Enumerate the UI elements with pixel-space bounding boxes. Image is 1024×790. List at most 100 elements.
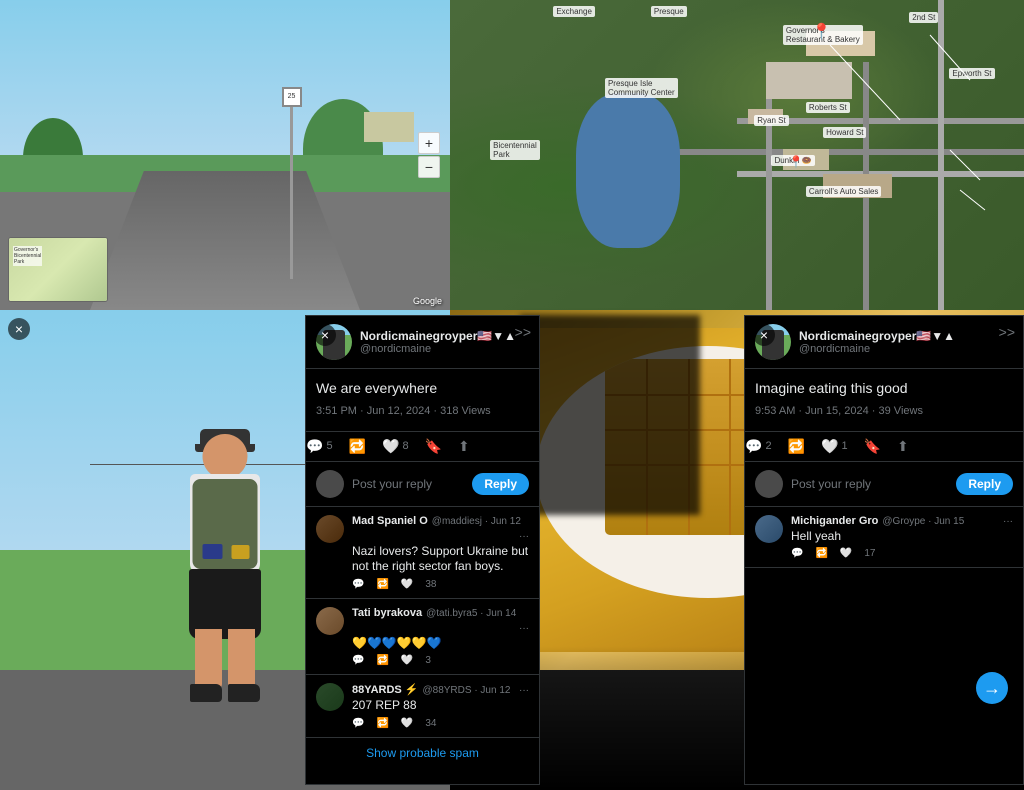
person-head	[203, 434, 248, 479]
c1-like-icon[interactable]: 🤍	[401, 579, 413, 590]
tw2-share-icon: ⬆	[897, 438, 909, 455]
tw1-username: Nordicmainegroyper🇺🇸▼▲	[360, 329, 529, 343]
tw2-next-button[interactable]: →	[976, 672, 1008, 704]
minimap-label: Governor'sBicentennialPark	[13, 246, 42, 266]
tw2-reply-button[interactable]: Reply	[956, 473, 1013, 495]
person-shoes	[190, 684, 260, 702]
zoom-out-button[interactable]: −	[418, 156, 440, 178]
tw2-tweet-text: Imagine eating this good	[755, 379, 1013, 399]
backpack	[193, 479, 258, 569]
tw2-retweet-icon: 🔁	[788, 438, 805, 455]
tw1-like-action[interactable]: 🤍 8	[382, 438, 409, 455]
tw2-c1-like-icon[interactable]: 🤍	[840, 548, 852, 559]
tw1-handle: @nordicmaine	[360, 343, 529, 355]
tw2-actions: 💬 2 🔁 🤍 1 🔖 ⬆	[745, 431, 1023, 462]
tw1-share-action[interactable]: ⬆	[458, 438, 470, 455]
tw1-comment-2-actions: 💬 🔁 🤍 3	[352, 655, 529, 666]
tw2-comment-1: Michigander Gro @Groype · Jun 15 ··· Hel…	[745, 507, 1023, 569]
tw2-reply-input[interactable]: Post your reply	[791, 477, 948, 491]
tw2-reply-box: Post your reply Reply	[745, 462, 1023, 507]
c1-retweet-icon[interactable]: 🔁	[376, 579, 388, 590]
left-leg	[195, 629, 222, 689]
tw1-comment-2-dots: ···	[519, 623, 529, 634]
tw2-handle: @nordicmaine	[799, 343, 1013, 355]
fry-line-3	[729, 359, 731, 535]
aerial-map-panel: BicentennialPark Presque IsleCommunity C…	[450, 0, 1024, 310]
tw2-comment-1-text: Hell yeah	[791, 529, 1013, 545]
tw2-bookmark-icon: 🔖	[864, 438, 881, 455]
bookmark-icon: 🔖	[425, 438, 442, 455]
aerial-label-community: Presque IsleCommunity Center	[605, 78, 678, 98]
c3-reply-icon[interactable]: 💬	[352, 718, 364, 729]
tw2-retweet-action[interactable]: 🔁	[788, 438, 805, 455]
tw1-spam-link[interactable]: Show probable spam	[306, 738, 539, 768]
tw1-comment-3-handle: @88YRDS · Jun 12	[422, 685, 510, 696]
tw1-meta: 3:51 PM · Jun 12, 2024 · 318 Views	[316, 405, 529, 417]
tw1-reply-button[interactable]: Reply	[472, 473, 529, 495]
tw1-comment-1-user: Mad Spaniel O	[352, 515, 428, 527]
tw2-like-icon: 🤍	[821, 438, 838, 455]
tw2-bookmark-action[interactable]: 🔖	[864, 438, 881, 455]
tw1-retweet-action[interactable]: 🔁	[349, 438, 366, 455]
road-vertical-3	[938, 0, 944, 310]
c1-reply-icon[interactable]: 💬	[352, 579, 364, 590]
tw2-comment-1-dots: ···	[1003, 516, 1013, 527]
close-button-tw1[interactable]: ×	[314, 324, 336, 346]
tw1-reply-action[interactable]: 💬 5	[306, 438, 333, 455]
c3-likes-count: 34	[425, 718, 436, 729]
backpack-patch-2	[232, 545, 250, 559]
c2-like-icon[interactable]: 🤍	[401, 655, 413, 666]
c1-likes-count: 38	[425, 579, 436, 590]
tw2-c1-reply-icon[interactable]: 💬	[791, 548, 803, 559]
tw1-comment-1-header: Mad Spaniel O @maddiesj · Jun 12 ···	[352, 515, 529, 542]
tw2-reply-action[interactable]: 💬 2	[745, 438, 772, 455]
more-button-tw1[interactable]: >>	[515, 324, 531, 340]
tw1-reply-avatar	[316, 470, 344, 498]
share-icon: ⬆	[458, 438, 470, 455]
left-shoe	[190, 684, 222, 702]
tw1-comment-2: Tati byrakova @tati.byra5 · Jun 14 ··· 💛…	[306, 599, 539, 676]
tw2-reply-avatar	[755, 470, 783, 498]
tw2-header: Nordicmainegroyper🇺🇸▼▲ @nordicmaine	[745, 316, 1023, 369]
aerial-label-roberts: Roberts St	[806, 102, 850, 113]
aerial-map-background: BicentennialPark Presque IsleCommunity C…	[450, 0, 1024, 310]
tw2-share-action[interactable]: ⬆	[897, 438, 909, 455]
right-leg	[228, 629, 255, 689]
tw1-bookmark-action[interactable]: 🔖	[425, 438, 442, 455]
c3-like-icon[interactable]: 🤍	[401, 718, 413, 729]
tw1-comment-2-avatar	[316, 607, 344, 635]
c3-retweet-icon[interactable]: 🔁	[376, 718, 388, 729]
building-community-center	[766, 62, 852, 99]
pin-governors: 📍	[812, 22, 832, 42]
tw2-like-action[interactable]: 🤍 1	[821, 438, 848, 455]
google-watermark: Google	[413, 296, 442, 306]
tw1-comment-2-header: Tati byrakova @tati.byra5 · Jun 14 ···	[352, 607, 529, 634]
tw2-comment-1-avatar	[755, 515, 783, 543]
aerial-label-presque: Presque	[651, 6, 687, 17]
close-button-person[interactable]: ×	[8, 318, 30, 340]
street-view-panel: 25 Governor'sBicentennialPark Google + −	[0, 0, 450, 310]
tw1-user-info: Nordicmainegroyper🇺🇸▼▲ @nordicmaine	[360, 329, 529, 355]
c2-reply-icon[interactable]: 💬	[352, 655, 364, 666]
zoom-in-button[interactable]: +	[418, 132, 440, 154]
tw2-comment-1-handle: @Groype · Jun 15	[882, 516, 964, 527]
person-figure	[165, 434, 285, 694]
tw2-content: Imagine eating this good 9:53 AM · Jun 1…	[745, 369, 1023, 431]
c2-likes-count: 3	[425, 655, 431, 666]
tw1-comment-1: Mad Spaniel O @maddiesj · Jun 12 ··· Naz…	[306, 507, 539, 599]
tw1-comment-1-dots: ···	[519, 531, 529, 542]
river	[576, 93, 679, 248]
twitter-panel-1: × >> Nordicmainegroyper🇺🇸▼▲ @nordicmaine…	[305, 315, 540, 785]
aerial-label-2nd: 2nd St	[909, 12, 938, 23]
tw1-comment-2-user: Tati byrakova	[352, 607, 422, 619]
tw2-c1-likes-count: 17	[864, 548, 875, 559]
tw1-reply-input[interactable]: Post your reply	[352, 477, 464, 491]
tw2-comment-1-user: Michigander Gro	[791, 515, 878, 527]
tw2-c1-retweet-icon[interactable]: 🔁	[815, 548, 827, 559]
map-controls[interactable]: + −	[418, 132, 440, 178]
minimap[interactable]: Governor'sBicentennialPark	[8, 237, 108, 302]
more-button-tw2[interactable]: >>	[999, 324, 1015, 340]
close-button-tw2[interactable]: ×	[753, 324, 775, 346]
c2-retweet-icon[interactable]: 🔁	[376, 655, 388, 666]
tw1-comment-3-user: 88YARDS ⚡	[352, 683, 418, 696]
